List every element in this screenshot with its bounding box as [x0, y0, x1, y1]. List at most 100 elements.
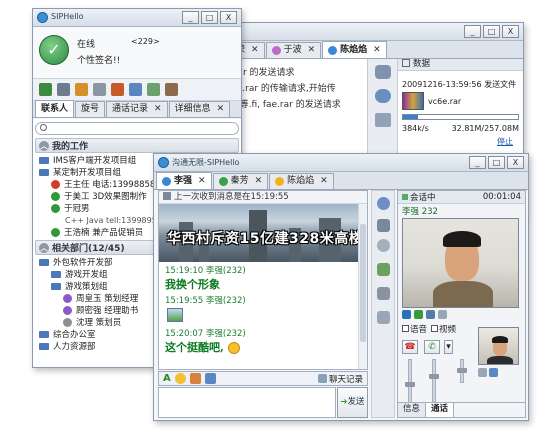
tab-call[interactable]: 通话	[426, 403, 455, 417]
online-status-avatar[interactable]: ✓	[39, 35, 69, 65]
tab-info[interactable]: 信息	[398, 403, 427, 417]
close-button[interactable]: X	[502, 25, 519, 38]
edit-icon[interactable]	[377, 311, 390, 324]
call-menu-button[interactable]: ▾	[444, 340, 453, 354]
emoticon-icon[interactable]	[174, 373, 186, 384]
layout-icon[interactable]	[478, 368, 487, 377]
mail-icon[interactable]	[375, 113, 391, 127]
voice-checkbox[interactable]: 语音	[402, 323, 427, 335]
minimize-button[interactable]: _	[469, 156, 486, 169]
video-label: 视频	[439, 325, 457, 335]
send-button[interactable]: ➔发送	[337, 387, 368, 418]
add-contact-icon[interactable]	[39, 83, 52, 96]
tools-icon[interactable]	[75, 83, 88, 96]
tab-chat-liqiang[interactable]: 李强 ✕	[156, 172, 212, 189]
folder-icon	[39, 342, 49, 350]
hangup-icon[interactable]	[414, 310, 423, 319]
tab-contact-2[interactable]: 于波 ✕	[265, 42, 322, 58]
app-logo-icon	[37, 12, 48, 23]
video-volume-slider[interactable]	[457, 359, 467, 383]
tab-contacts[interactable]: 联系人	[35, 100, 75, 117]
signature-text[interactable]: 个性签名!!	[77, 53, 120, 66]
row-text: 某定制开发项目组	[53, 168, 122, 178]
close-tab-icon[interactable]: ✕	[255, 174, 263, 189]
search-input[interactable]	[35, 122, 239, 135]
screenshot-icon[interactable]	[204, 373, 216, 384]
minimize-button[interactable]: _	[464, 25, 481, 38]
video-settings-icon[interactable]	[402, 310, 411, 319]
call-timer: 00:01:04	[482, 192, 521, 202]
snapshot-icon[interactable]	[438, 310, 447, 319]
stop-transfer-link[interactable]: 停止	[402, 136, 519, 147]
users-icon[interactable]	[165, 83, 178, 96]
calendar-icon[interactable]	[129, 83, 142, 96]
row-text: 游戏开发组	[65, 270, 108, 280]
row-text: 沈理 策划员	[76, 318, 122, 328]
tab-label: 通话记录	[112, 104, 149, 114]
end-call-button[interactable]: ☎	[402, 340, 418, 354]
close-button[interactable]: X	[507, 156, 524, 169]
collapse-icon[interactable]	[402, 59, 410, 67]
tab-dial[interactable]: 旋号	[75, 101, 106, 117]
message-input[interactable]	[158, 387, 336, 418]
group-icon[interactable]	[57, 83, 70, 96]
close-tab-icon[interactable]: ✕	[217, 102, 225, 117]
history-button[interactable]: 聊天记录	[317, 373, 367, 385]
speaker-volume-slider[interactable]	[405, 359, 415, 403]
window-title: 沟通无限-SIPHello	[172, 158, 240, 167]
person-icon[interactable]	[377, 219, 390, 232]
mic-volume-slider[interactable]	[429, 359, 439, 403]
chat-scrollbar[interactable]	[358, 204, 367, 369]
folder-icon	[39, 258, 49, 266]
user-status-icon	[328, 45, 338, 55]
image-icon[interactable]	[189, 373, 201, 384]
scroll-thumb[interactable]	[360, 224, 366, 342]
folder-icon	[39, 156, 49, 164]
mute-icon[interactable]	[426, 310, 435, 319]
close-tab-icon[interactable]: ✕	[198, 174, 206, 189]
close-tab-icon[interactable]: ✕	[308, 43, 316, 58]
close-tab-icon[interactable]: ✕	[320, 174, 328, 189]
tab-details[interactable]: 详细信息 ✕	[168, 101, 231, 117]
close-tab-icon[interactable]: ✕	[154, 102, 162, 117]
tab-label: 联系人	[41, 103, 69, 114]
minimize-button[interactable]: _	[182, 11, 199, 24]
status-text[interactable]: 在线	[77, 37, 95, 50]
chat-bubble-icon[interactable]	[375, 89, 391, 103]
group-header-work[interactable]: ︿ 我的工作	[35, 138, 239, 153]
close-tab-icon[interactable]: ✕	[373, 43, 381, 58]
slider-knob[interactable]	[457, 368, 467, 373]
document-icon[interactable]	[377, 287, 390, 300]
maximize-button[interactable]: □	[488, 156, 505, 169]
webcam-icon[interactable]	[377, 239, 390, 252]
video-checkbox[interactable]: 视频	[431, 323, 456, 335]
notes-icon[interactable]	[147, 83, 160, 96]
chat-titlebar: 沟通无限-SIPHello _ □ X	[154, 154, 528, 172]
presence-icon	[63, 305, 72, 315]
close-tab-icon[interactable]: ✕	[251, 43, 259, 58]
voice-label: 语音	[410, 325, 428, 335]
chat-window-buttons: _ □ X	[469, 156, 524, 169]
tab-chat-chenyanyan[interactable]: 陈焰焰 ✕	[269, 173, 334, 189]
contacts-icon[interactable]	[489, 368, 498, 377]
settings-icon[interactable]	[93, 83, 106, 96]
presence-icon	[51, 203, 60, 213]
tab-contact-3[interactable]: 陈焰焰 ✕	[322, 41, 387, 58]
tab-call-log[interactable]: 通话记录 ✕	[106, 101, 168, 117]
maximize-button[interactable]: □	[483, 25, 500, 38]
send-file-icon[interactable]	[377, 263, 390, 276]
answer-call-button[interactable]: ✆	[424, 340, 440, 354]
tab-chat-qinfang[interactable]: 秦芳 ✕	[212, 173, 269, 189]
slider-knob[interactable]	[429, 374, 439, 379]
history-icon	[317, 374, 327, 383]
maximize-button[interactable]: □	[201, 11, 218, 24]
chat-bubble-icon[interactable]	[377, 197, 390, 210]
image-thumbnail[interactable]	[167, 308, 183, 322]
row-text: 外包软件开发部	[53, 258, 113, 268]
handshake-icon[interactable]	[375, 65, 391, 79]
folder-icon[interactable]	[111, 83, 124, 96]
slider-knob[interactable]	[405, 382, 415, 387]
close-button[interactable]: X	[220, 11, 237, 24]
news-image: 华西村斥资15亿建328米高楼	[159, 204, 367, 262]
font-icon[interactable]: A	[163, 373, 171, 384]
